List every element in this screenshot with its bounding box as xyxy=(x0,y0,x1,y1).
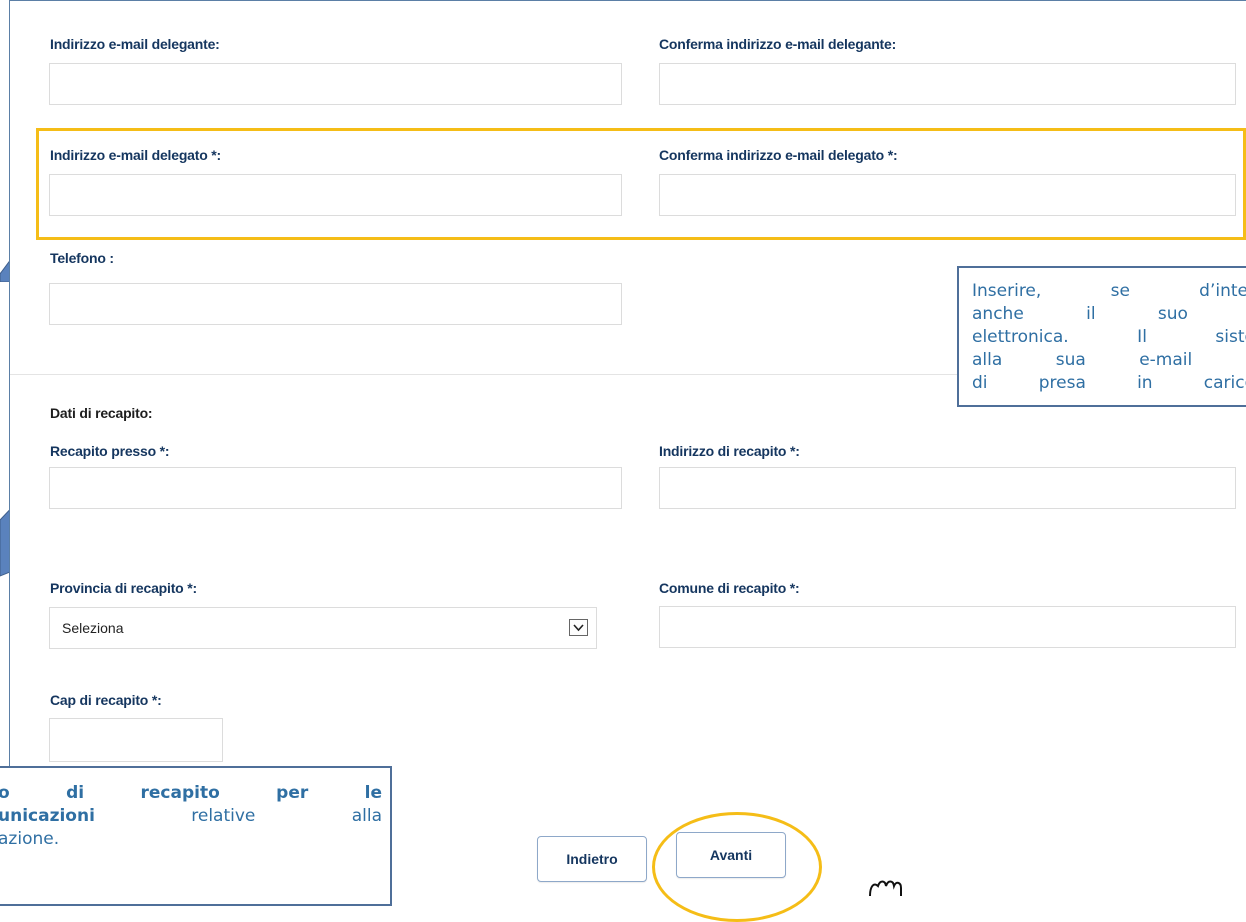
indirizzo-recapito-label: Indirizzo di recapito *: xyxy=(659,443,800,459)
indirizzo-recapito-input[interactable] xyxy=(659,467,1236,509)
hand-pointer-icon xyxy=(869,880,902,896)
email-info-callout: Inserire, se d’inter anche il suo i elet… xyxy=(957,266,1246,407)
callout-right-line-5: di presa in carico xyxy=(972,373,1246,393)
callout-right-line-4: alla sua e-mail c xyxy=(972,350,1246,370)
callout-left-line-2: unicazioni relative alla xyxy=(0,805,382,828)
chevron-down-icon[interactable] xyxy=(569,619,588,636)
conferma-email-delegante-label: Conferma indirizzo e-mail delegante: xyxy=(659,36,897,52)
conferma-email-delegato-input[interactable] xyxy=(659,174,1236,216)
email-delegante-input[interactable] xyxy=(49,63,622,105)
email-delegato-input[interactable] xyxy=(49,174,622,216)
conferma-email-delegante-input[interactable] xyxy=(659,63,1236,105)
email-delegato-label: Indirizzo e-mail delegato *: xyxy=(50,147,221,163)
telefono-input[interactable] xyxy=(49,283,622,325)
comune-input[interactable] xyxy=(659,606,1236,648)
callout-right-line-2: anche il suo i xyxy=(972,304,1246,324)
provincia-selected-value: Seleziona xyxy=(62,620,124,636)
callout-right-line-3: elettronica. Il siste xyxy=(972,327,1246,347)
callout-left-line-2-rest: relative alla xyxy=(94,806,382,826)
callout-left-line-2-bold: unicazioni xyxy=(0,806,95,826)
telefono-label: Telefono : xyxy=(50,250,114,266)
dati-recapito-heading: Dati di recapito: xyxy=(50,405,153,421)
callout-left-line-1-text: o di recapito per le xyxy=(0,783,382,803)
indietro-button[interactable]: Indietro xyxy=(537,836,647,882)
cap-label: Cap di recapito *: xyxy=(50,692,162,708)
email-delegante-label: Indirizzo e-mail delegante: xyxy=(50,36,220,52)
provincia-label: Provincia di recapito *: xyxy=(50,580,197,596)
comune-label: Comune di recapito *: xyxy=(659,580,800,596)
callout-right-line-1: Inserire, se d’inter xyxy=(972,281,1246,301)
avanti-highlight-ring xyxy=(652,812,822,922)
conferma-email-delegato-label: Conferma indirizzo e-mail delegato *: xyxy=(659,147,898,163)
provincia-select[interactable]: Seleziona xyxy=(49,607,597,649)
callout-left-line-1: o di recapito per le xyxy=(0,782,382,805)
cap-input[interactable] xyxy=(49,718,223,762)
recapito-presso-input[interactable] xyxy=(49,467,622,509)
recapito-info-callout: o di recapito per le unicazioni relative… xyxy=(0,766,392,906)
callout-left-line-3: azione. xyxy=(0,829,60,849)
recapito-presso-label: Recapito presso *: xyxy=(50,443,170,459)
